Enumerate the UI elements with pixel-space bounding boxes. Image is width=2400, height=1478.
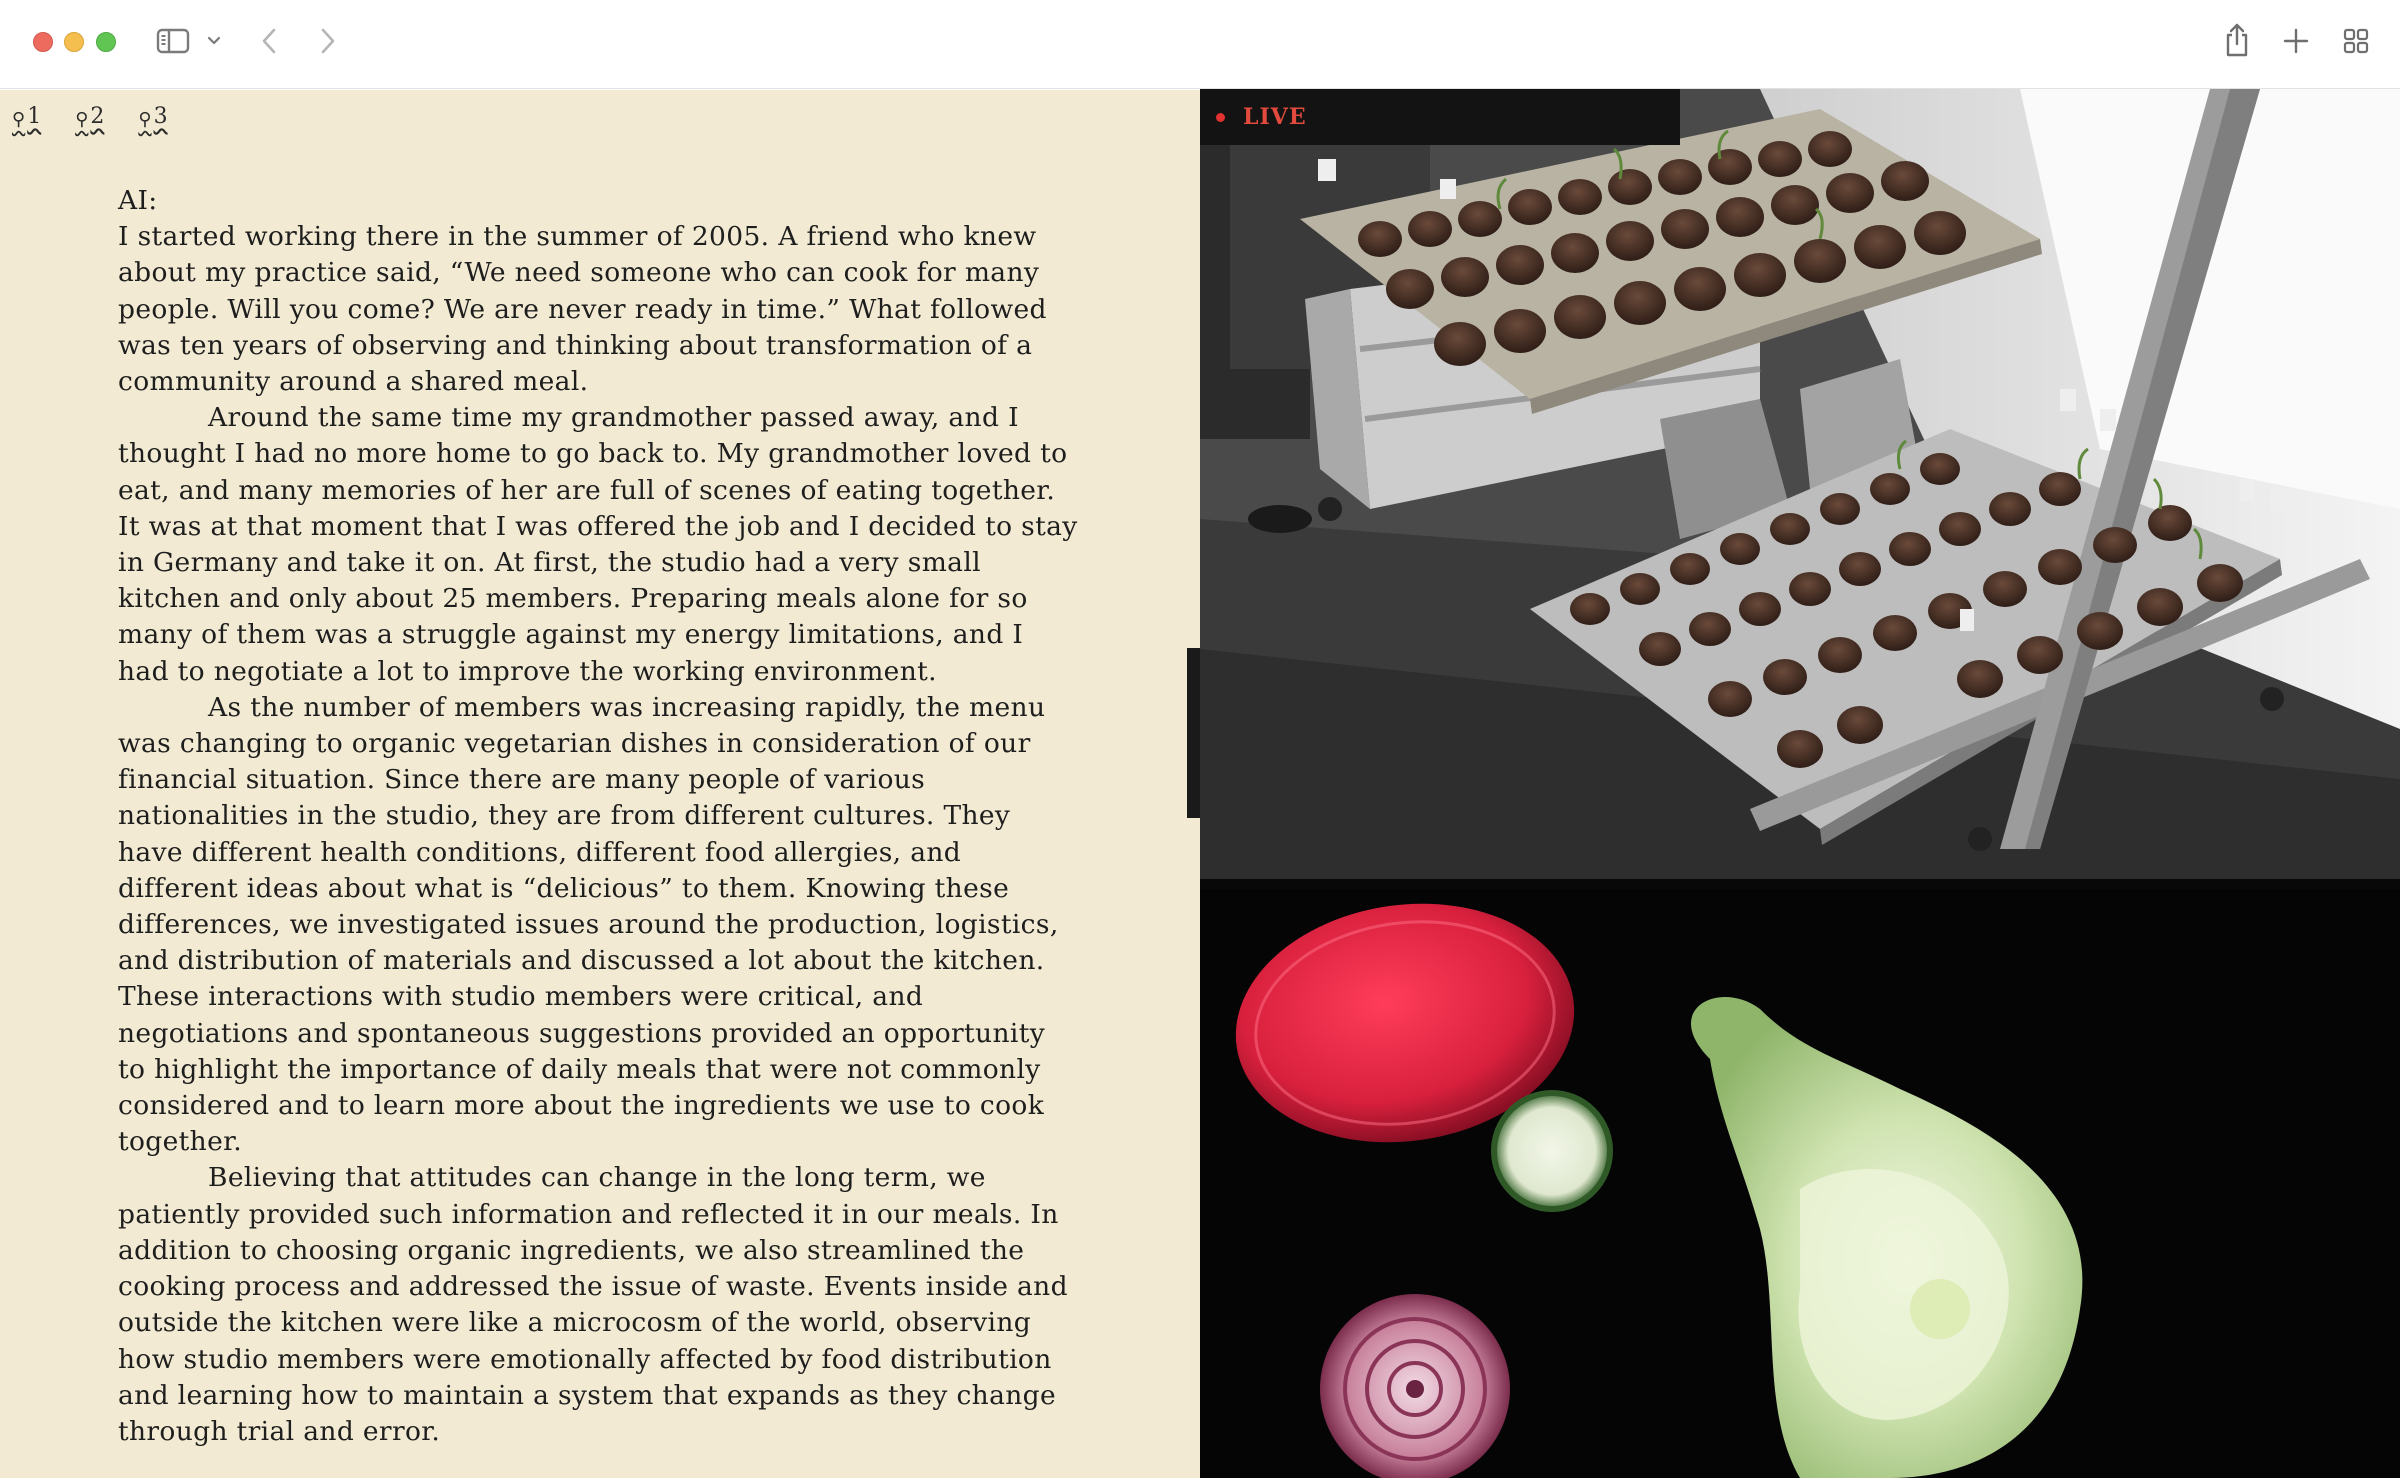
close-window-button[interactable] xyxy=(33,32,53,52)
seedling-trays-image xyxy=(1200,89,2400,879)
paragraph: As the number of members was increasing … xyxy=(118,691,1059,1158)
share-button[interactable] xyxy=(2222,22,2252,58)
tab-overview-button[interactable] xyxy=(2342,27,2370,55)
page-link-3[interactable]: ⚲ 3 xyxy=(138,104,167,129)
page-link-label: 1 xyxy=(27,104,42,129)
reader-icon: ⚲ xyxy=(138,109,152,130)
chevron-left-icon xyxy=(262,28,276,54)
live-label: LIVE xyxy=(1243,104,1307,130)
sidebar-icon xyxy=(156,28,190,54)
speaker-label: AI: xyxy=(118,185,158,216)
reader-icon: ⚲ xyxy=(75,109,89,130)
page-link-label: 2 xyxy=(90,104,105,129)
tab-grid-icon xyxy=(2343,28,2369,54)
live-dot-icon xyxy=(1216,112,1225,122)
page-link-2[interactable]: ⚲ 2 xyxy=(75,104,104,129)
article-body: AI: I started working there in the summe… xyxy=(118,183,1078,1450)
chevron-down-icon xyxy=(207,36,221,45)
page-link-label: 3 xyxy=(153,104,168,129)
new-tab-button[interactable] xyxy=(2282,27,2310,55)
reader-icon: ⚲ xyxy=(12,109,26,130)
zoom-window-button[interactable] xyxy=(96,32,116,52)
seedling-trays-photo: LIVE xyxy=(1200,89,2400,879)
live-indicator: LIVE xyxy=(1200,89,1680,145)
share-icon xyxy=(2226,23,2248,57)
page-navigation: ⚲ 1 ⚲ 2 ⚲ 3 xyxy=(12,104,168,129)
minimize-window-button[interactable] xyxy=(64,32,84,52)
media-panel: LIVE xyxy=(1200,89,2400,1478)
sidebar-toggle-button[interactable] xyxy=(156,27,190,55)
chevron-right-icon xyxy=(321,28,335,54)
panel-resize-handle[interactable] xyxy=(1187,648,1200,818)
back-button[interactable] xyxy=(259,25,281,57)
vegetables-photo xyxy=(1200,889,2400,1478)
forward-button[interactable] xyxy=(316,25,338,57)
browser-toolbar xyxy=(0,0,2400,89)
text-panel: ⚲ 1 ⚲ 2 ⚲ 3 AI: I started working there … xyxy=(0,90,1200,1478)
vegetables-image xyxy=(1200,889,2400,1478)
paragraph: Believing that attitudes can change in t… xyxy=(118,1162,1068,1447)
page-link-1[interactable]: ⚲ 1 xyxy=(12,104,41,129)
plus-icon xyxy=(2283,28,2309,54)
paragraph: Around the same time my grandmother pass… xyxy=(118,402,1078,687)
sidebar-menu-button[interactable] xyxy=(206,33,222,49)
paragraph: I started working there in the summer of… xyxy=(118,221,1047,398)
